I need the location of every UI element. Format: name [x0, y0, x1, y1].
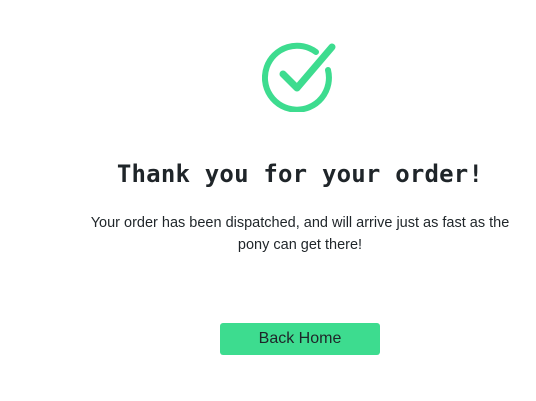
check-circle-icon: [262, 42, 336, 112]
back-home-button[interactable]: Back Home: [220, 323, 380, 355]
confirmation-message: Your order has been dispatched, and will…: [90, 215, 510, 253]
confirmation-title: Thank you for your order!: [116, 160, 484, 188]
order-confirmation-page: Thank you for your order! Your order has…: [0, 0, 536, 401]
